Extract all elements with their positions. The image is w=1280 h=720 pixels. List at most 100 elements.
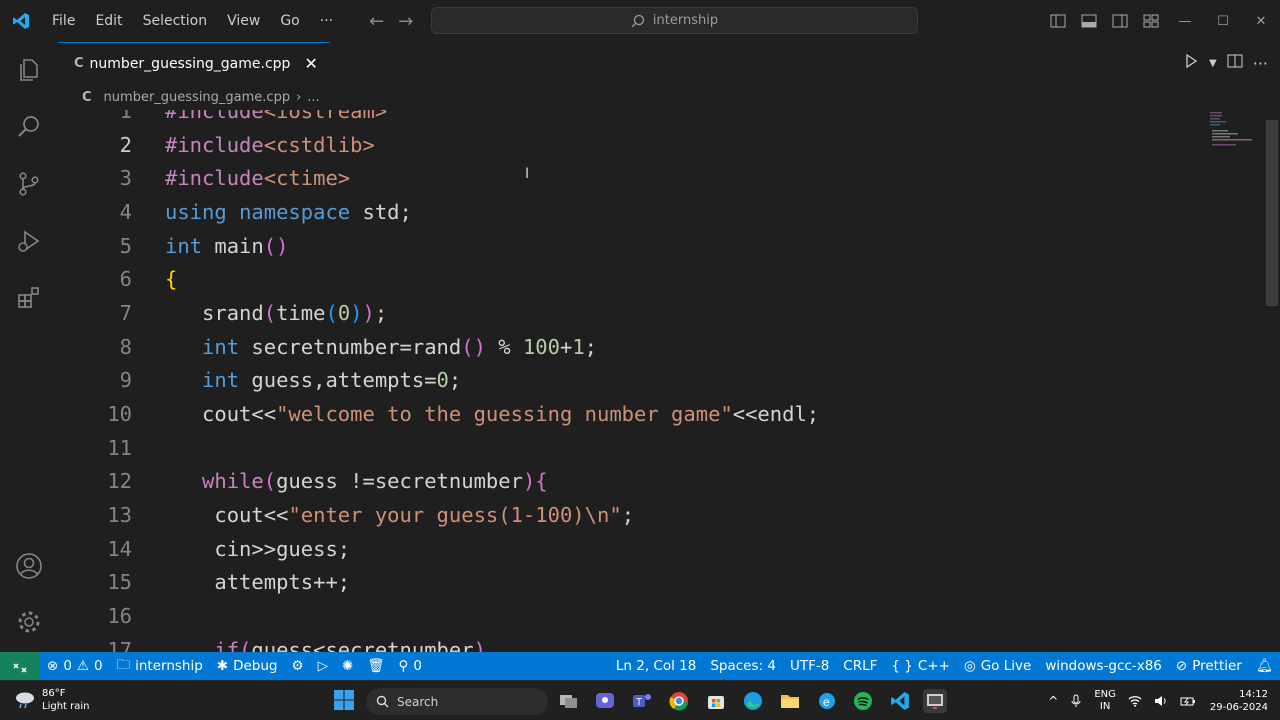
go-live-label: Go Live (980, 658, 1032, 674)
teams-icon[interactable]: T (630, 689, 654, 713)
language-label: C++ (917, 658, 950, 674)
project-indicator[interactable]: 🗀 internship (110, 652, 210, 680)
tab-close-icon[interactable]: ✕ (304, 54, 317, 73)
explorer-icon[interactable] (0, 46, 58, 94)
search-view-icon[interactable] (0, 103, 58, 151)
indentation[interactable]: Spaces: 4 (703, 652, 783, 680)
wifi-icon[interactable] (1122, 695, 1148, 707)
code-line-active: 2 #include<cstdlib> (58, 128, 1208, 162)
active-app-icon[interactable] (923, 689, 947, 713)
chat-app-icon[interactable] (593, 689, 617, 713)
windows-start-icon[interactable] (333, 689, 355, 715)
split-editor-icon[interactable] (1227, 53, 1243, 73)
cloud-rain-icon (16, 692, 34, 709)
tab-number-guessing-game[interactable]: C number_guessing_game.cpp ✕ (58, 42, 330, 84)
breadcrumb: C number_guessing_game.cpp › ... (58, 84, 1280, 110)
run-file-icon[interactable] (1183, 53, 1199, 73)
error-count: 0 (63, 658, 72, 674)
edge-icon[interactable] (741, 689, 765, 713)
go-live-button[interactable]: ◎ Go Live (957, 652, 1038, 680)
maximize-icon[interactable]: ☐ (1204, 0, 1242, 42)
command-center-search[interactable]: internship (431, 7, 918, 34)
title-bar: File Edit Selection View Go ··· ← → inte… (0, 0, 1280, 42)
menu-view[interactable]: View (217, 0, 270, 42)
line-number: 12 (107, 469, 132, 494)
back-arrow-icon[interactable]: ← (369, 11, 384, 32)
ports-count: 0 (413, 658, 422, 674)
language-top: ENG (1094, 689, 1116, 700)
chevron-up-icon[interactable]: ^ (1042, 694, 1064, 708)
weather-temp: 86°F (42, 688, 66, 699)
line-number: 13 (107, 503, 132, 528)
compiler-config[interactable]: windows-gcc-x86 (1038, 652, 1169, 680)
antenna-icon: ⚲ (398, 658, 409, 674)
file-explorer-icon[interactable] (778, 689, 802, 713)
menu-edit[interactable]: Edit (85, 0, 132, 42)
line-number: 17 (107, 637, 132, 652)
language-indicator[interactable]: ENG IN (1088, 689, 1122, 713)
broadcast-icon: ◎ (963, 658, 976, 674)
minimize-icon[interactable]: — (1166, 0, 1204, 42)
remote-indicator-icon[interactable] (0, 652, 40, 680)
toggle-primary-sidebar-icon[interactable] (1042, 0, 1073, 42)
svg-text:T: T (636, 697, 642, 708)
line-number: 10 (107, 402, 132, 427)
battery-icon[interactable] (1174, 695, 1202, 707)
source-control-icon[interactable] (0, 160, 58, 208)
line-number: 14 (107, 536, 132, 561)
trash-icon[interactable]: 🗑 (360, 652, 391, 680)
vertical-scrollbar[interactable] (1266, 120, 1278, 306)
close-window-icon[interactable]: ✕ (1242, 0, 1280, 42)
ie-browser-icon[interactable]: e (815, 689, 839, 713)
search-text: internship (652, 13, 719, 28)
code-line: 4 using namespace std; (58, 195, 1208, 229)
taskbar-search[interactable]: Search (366, 688, 548, 715)
volume-icon[interactable] (1148, 695, 1174, 707)
toggle-secondary-sidebar-icon[interactable] (1104, 0, 1135, 42)
more-actions-icon[interactable]: ··· (1253, 54, 1268, 73)
weather-desc: Light rain (42, 701, 90, 712)
code-line: 3 #include<ctime> (58, 161, 1208, 195)
cursor-position[interactable]: Ln 2, Col 18 (609, 652, 703, 680)
build-gear-icon[interactable]: ⚙ (285, 652, 311, 680)
menu-go[interactable]: Go (270, 0, 309, 42)
forward-arrow-icon[interactable]: → (398, 11, 413, 32)
code-line: 1 #include<iostream> (58, 110, 1208, 128)
code-line: 7 srand(time(0)); (58, 296, 1208, 330)
breadcrumb-file[interactable]: number_guessing_game.cpp (104, 90, 291, 105)
manage-gear-icon[interactable] (0, 598, 58, 646)
end-of-line[interactable]: CRLF (836, 652, 884, 680)
run-icon[interactable]: ▷ (311, 652, 335, 680)
vscode-taskbar-icon[interactable] (888, 689, 912, 713)
run-options-chevron-down-icon[interactable]: ▼ (1209, 58, 1217, 69)
accounts-icon[interactable] (0, 542, 58, 590)
run-debug-icon[interactable] (0, 217, 58, 265)
customize-layout-icon[interactable] (1135, 0, 1166, 42)
spotify-icon[interactable] (851, 689, 875, 713)
clock[interactable]: 14:12 29-06-2024 (1202, 688, 1280, 714)
toggle-panel-icon[interactable] (1073, 0, 1104, 42)
menu-more[interactable]: ··· (310, 0, 343, 42)
vscode-logo-icon (0, 0, 42, 42)
line-number: 7 (119, 300, 132, 325)
chrome-icon[interactable] (667, 689, 691, 713)
language-mode[interactable]: { } C++ (884, 652, 957, 680)
menu-file[interactable]: File (42, 0, 85, 42)
prettier-status[interactable]: ⊘ Prettier (1169, 652, 1249, 680)
breadcrumb-more[interactable]: ... (307, 90, 319, 105)
prettier-label: Prettier (1192, 658, 1242, 674)
notifications-bell-icon[interactable]: 🔔︎ (1249, 652, 1280, 680)
menu-selection[interactable]: Selection (133, 0, 218, 42)
weather-widget[interactable]: 86°F Light rain (14, 687, 90, 713)
microsoft-store-icon[interactable] (704, 689, 728, 713)
problems-indicator[interactable]: ⊗ 0 ⚠ 0 (40, 652, 110, 680)
minimap[interactable] (1206, 110, 1266, 150)
microphone-icon[interactable] (1064, 694, 1088, 708)
debug-bug-icon[interactable]: ✺ (335, 652, 360, 680)
encoding[interactable]: UTF-8 (783, 652, 836, 680)
extensions-icon[interactable] (0, 274, 58, 322)
ports-indicator[interactable]: ⚲ 0 (391, 652, 428, 680)
debug-indicator[interactable]: ✱ Debug (210, 652, 285, 680)
code-editor[interactable]: 1 #include<iostream> 2 #include<cstdlib>… (58, 110, 1280, 652)
task-view-icon[interactable] (557, 689, 581, 713)
